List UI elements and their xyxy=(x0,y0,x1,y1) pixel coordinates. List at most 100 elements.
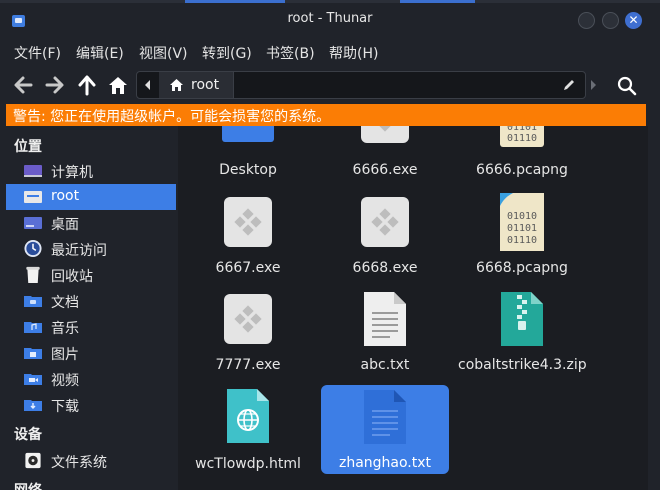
file-name: 6666.pcapng xyxy=(476,162,568,178)
up-arrow-icon[interactable] xyxy=(76,74,98,96)
path-button-root[interactable]: root xyxy=(159,72,234,98)
file-item[interactable]: 7777.exe xyxy=(184,291,312,381)
menu-help[interactable]: 帮助(H) xyxy=(329,43,378,63)
folder-icon xyxy=(222,126,274,142)
file-name: 7777.exe xyxy=(215,357,281,373)
sidebar-item-label: 视频 xyxy=(51,373,79,389)
chevron-right-icon[interactable] xyxy=(588,79,598,91)
sidebar-item-computer[interactable]: 计算机 xyxy=(6,158,176,184)
exe-icon xyxy=(361,126,409,143)
file-name: 6668.exe xyxy=(352,260,418,276)
text-file-icon xyxy=(364,390,406,444)
forward-arrow-icon[interactable] xyxy=(44,74,66,96)
file-item[interactable]: 6668.exe xyxy=(321,194,449,284)
menu-view[interactable]: 视图(V) xyxy=(139,43,188,63)
svg-text:01101: 01101 xyxy=(507,126,537,133)
exe-icon xyxy=(361,197,409,247)
file-name: cobaltstrike4.3.zip xyxy=(458,357,587,373)
music-folder-icon xyxy=(24,322,42,333)
file-name: wcTlowdp.html xyxy=(195,456,301,472)
vertical-scrollbar[interactable] xyxy=(648,126,660,490)
binary-file-icon: 01010 01101 01110 xyxy=(500,193,544,251)
svg-text:01101: 01101 xyxy=(507,223,537,234)
sidebar-item-filesystem[interactable]: 文件系统 xyxy=(6,448,176,474)
section-places-heading: 位置 xyxy=(14,139,42,155)
pictures-folder-icon xyxy=(24,348,42,359)
sidebar-item-label: 计算机 xyxy=(51,165,93,181)
file-item-selected[interactable]: zhanghao.txt xyxy=(321,385,449,474)
file-name: 6668.pcapng xyxy=(476,260,568,276)
file-item[interactable]: Desktop xyxy=(184,126,312,192)
path-button-label: root xyxy=(191,77,220,93)
sidebar-item-root[interactable]: root xyxy=(6,184,176,210)
file-item[interactable]: 01101 01110 6666.pcapng xyxy=(458,126,586,192)
html-file-icon xyxy=(227,389,269,443)
drive-icon xyxy=(25,452,41,469)
window-title: root - Thunar xyxy=(287,11,373,26)
toolbar: root xyxy=(0,66,660,104)
file-item[interactable]: 6667.exe xyxy=(184,194,312,284)
chevron-left-icon xyxy=(145,80,150,90)
title-bar[interactable]: root - Thunar ✕ xyxy=(0,3,660,36)
file-item[interactable]: wcTlowdp.html xyxy=(184,386,312,476)
file-item[interactable]: abc.txt xyxy=(321,291,449,381)
sidebar-item-recent[interactable]: 最近访问 xyxy=(6,236,176,262)
sidebar-item-label: 下载 xyxy=(51,399,79,415)
sidebar-item-music[interactable]: 音乐 xyxy=(6,314,176,340)
sidebar-item-label: root xyxy=(51,188,80,204)
section-devices-heading: 设备 xyxy=(14,427,42,443)
sidebar-item-label: 音乐 xyxy=(51,321,79,337)
menu-edit[interactable]: 编辑(E) xyxy=(76,43,124,63)
menu-file[interactable]: 文件(F) xyxy=(14,43,61,63)
section-network-heading: 网络 xyxy=(14,480,42,490)
svg-text:01010: 01010 xyxy=(507,211,537,222)
file-item[interactable]: cobaltstrike4.3.zip xyxy=(458,291,587,381)
sidebar-item-pictures[interactable]: 图片 xyxy=(6,340,176,366)
sidebar-item-videos[interactable]: 视频 xyxy=(6,366,176,392)
svg-text:01110: 01110 xyxy=(507,133,537,144)
downloads-folder-icon xyxy=(24,400,42,411)
back-arrow-icon[interactable] xyxy=(12,74,34,96)
close-button[interactable]: ✕ xyxy=(625,12,642,29)
trash-icon xyxy=(26,266,40,284)
search-icon[interactable] xyxy=(616,75,638,97)
file-name: zhanghao.txt xyxy=(338,455,432,471)
home-folder-icon xyxy=(24,191,42,203)
binary-file-icon: 01101 01110 xyxy=(500,126,544,147)
text-file-icon xyxy=(364,292,406,346)
home-icon xyxy=(170,79,183,91)
root-warning-banner: 警告: 您正在使用超级帐户。可能会损害您的系统。 xyxy=(6,104,646,126)
edit-path-icon[interactable] xyxy=(561,77,577,93)
file-icon-view[interactable]: Desktop 6666.exe 01101 01110 6666.pcapng xyxy=(178,126,648,490)
exe-icon xyxy=(224,197,272,247)
sidebar-item-documents[interactable]: 文档 xyxy=(6,288,176,314)
menu-bar: 文件(F) 编辑(E) 视图(V) 转到(G) 书签(B) 帮助(H) xyxy=(0,36,660,66)
sidebar-item-trash[interactable]: 回收站 xyxy=(6,262,176,288)
file-name: 6666.exe xyxy=(352,162,418,178)
menu-bookmarks[interactable]: 书签(B) xyxy=(266,43,315,63)
sidebar-item-downloads[interactable]: 下载 xyxy=(6,392,176,418)
computer-icon xyxy=(24,165,42,177)
documents-folder-icon xyxy=(24,296,42,307)
sidebar-item-label: 文档 xyxy=(51,295,79,311)
minimize-button[interactable] xyxy=(578,12,595,29)
file-name: abc.txt xyxy=(360,357,410,373)
file-name: Desktop xyxy=(219,162,277,178)
location-bar[interactable]: root xyxy=(136,71,586,99)
maximize-button[interactable] xyxy=(602,12,619,29)
sidebar-item-label: 最近访问 xyxy=(51,243,107,259)
path-scroll-left-button[interactable] xyxy=(137,72,160,98)
home-icon[interactable] xyxy=(107,74,129,96)
exe-icon xyxy=(224,294,272,344)
zip-file-icon xyxy=(501,292,543,346)
file-item[interactable]: 01010 01101 01110 6668.pcapng xyxy=(458,193,586,284)
warning-text: 警告: 您正在使用超级帐户。可能会损害您的系统。 xyxy=(13,109,331,125)
file-item[interactable]: 6666.exe xyxy=(321,126,449,192)
desktop-folder-icon xyxy=(24,217,42,229)
menu-go[interactable]: 转到(G) xyxy=(202,43,252,63)
recent-icon xyxy=(24,239,42,258)
thunar-window: root - Thunar ✕ 文件(F) 编辑(E) 视图(V) 转到(G) … xyxy=(0,0,660,490)
sidebar-item-label: 回收站 xyxy=(51,269,93,285)
sidebar-item-label: 文件系统 xyxy=(51,455,107,471)
sidebar-item-desktop[interactable]: 桌面 xyxy=(6,210,176,236)
